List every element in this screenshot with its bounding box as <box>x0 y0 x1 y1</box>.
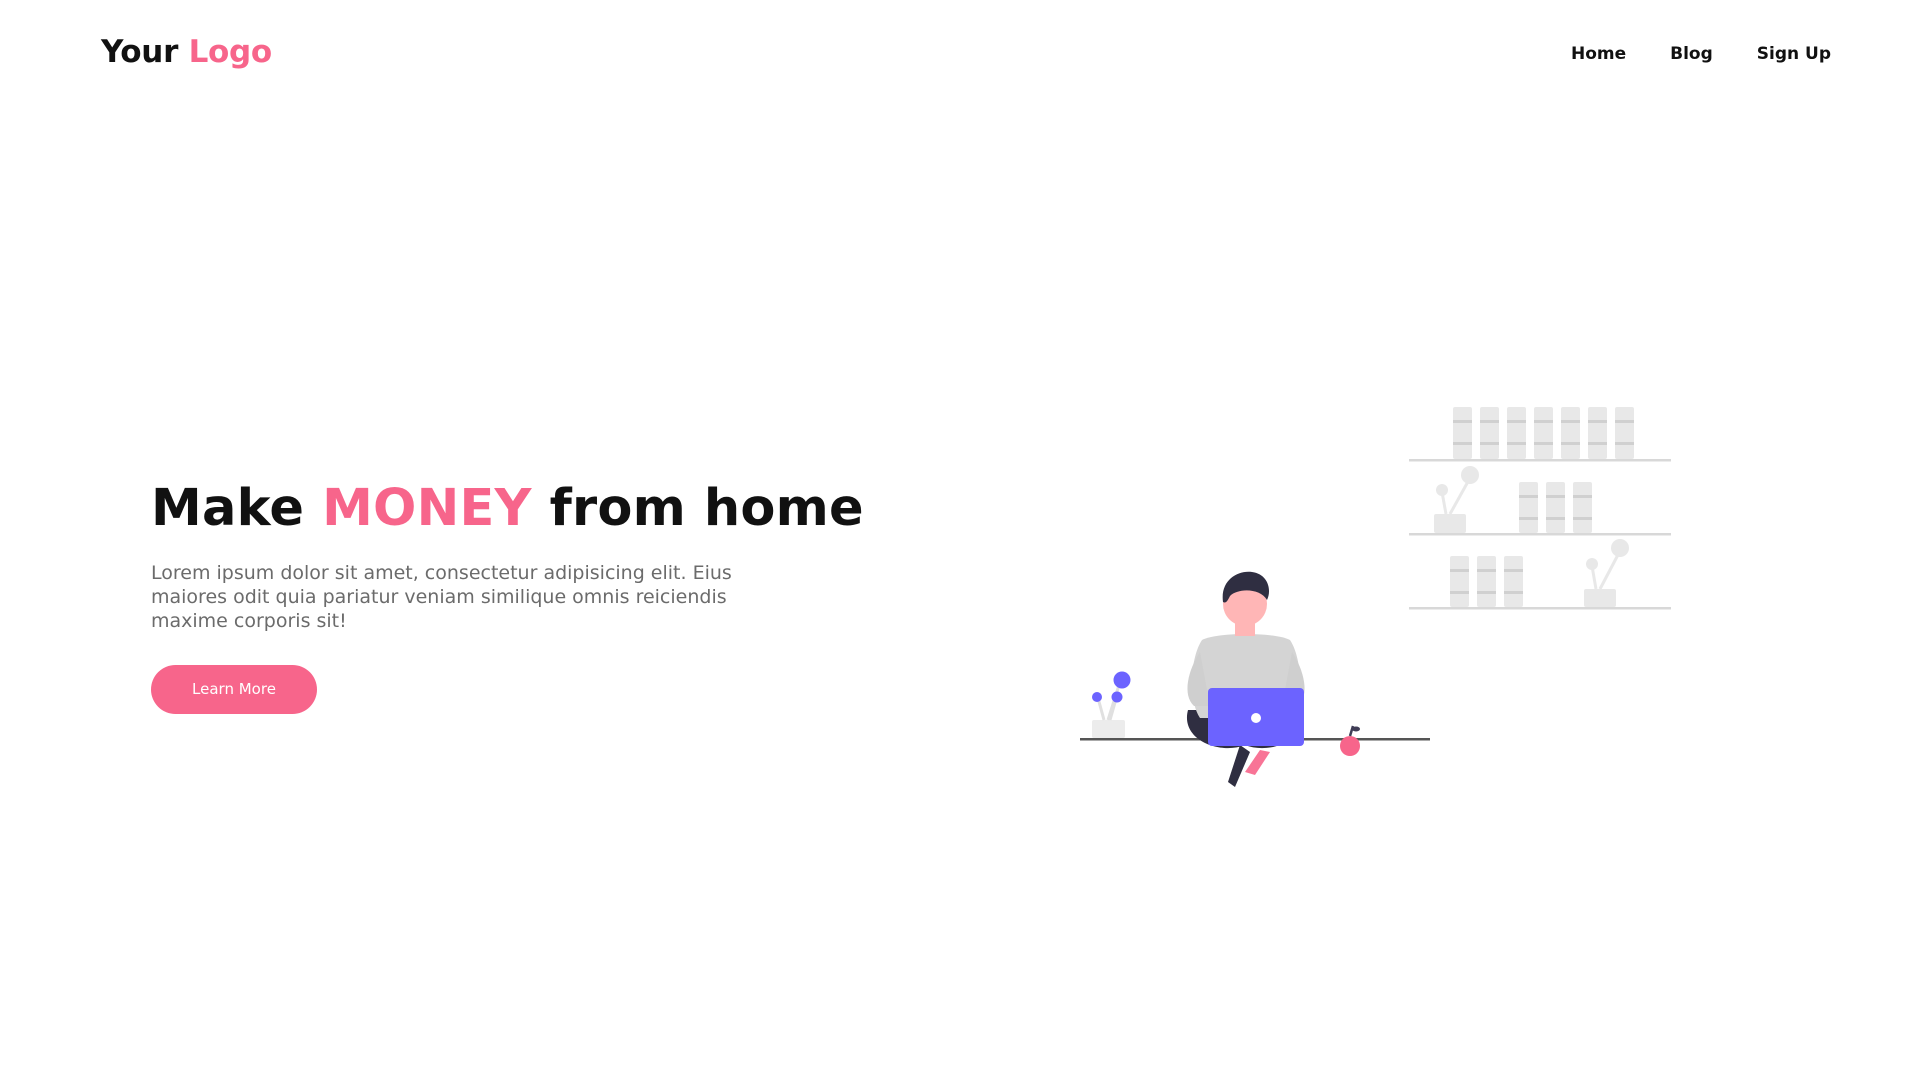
site-header: Your Logo Home Blog Sign Up <box>0 0 1919 110</box>
plant-icon <box>1092 671 1131 738</box>
learn-more-button[interactable]: Learn More <box>151 665 317 714</box>
headline-make: Make <box>151 479 305 538</box>
apple-icon <box>1340 725 1360 756</box>
bookshelf-graphic <box>1409 407 1671 610</box>
nav-link-home[interactable]: Home <box>1571 44 1626 64</box>
logo[interactable]: Your Logo <box>101 34 272 70</box>
logo-text-logo: Logo <box>188 34 273 70</box>
headline-money: MONEY <box>322 479 532 538</box>
hero-headline: Make MONEY from home <box>151 478 911 540</box>
person-with-laptop-illustration <box>1080 407 1671 787</box>
nav-link-blog[interactable]: Blog <box>1670 44 1713 64</box>
hero-section: Make MONEY from home Lorem ipsum dolor s… <box>151 478 911 714</box>
headline-from-home: from home <box>549 479 864 538</box>
hero-description: Lorem ipsum dolor sit amet, consectetur … <box>151 562 732 632</box>
person-figure <box>1186 571 1305 787</box>
logo-text-your: Your <box>101 34 179 70</box>
main-nav: Home Blog Sign Up <box>1571 44 1831 64</box>
nav-link-sign-up[interactable]: Sign Up <box>1757 44 1831 64</box>
